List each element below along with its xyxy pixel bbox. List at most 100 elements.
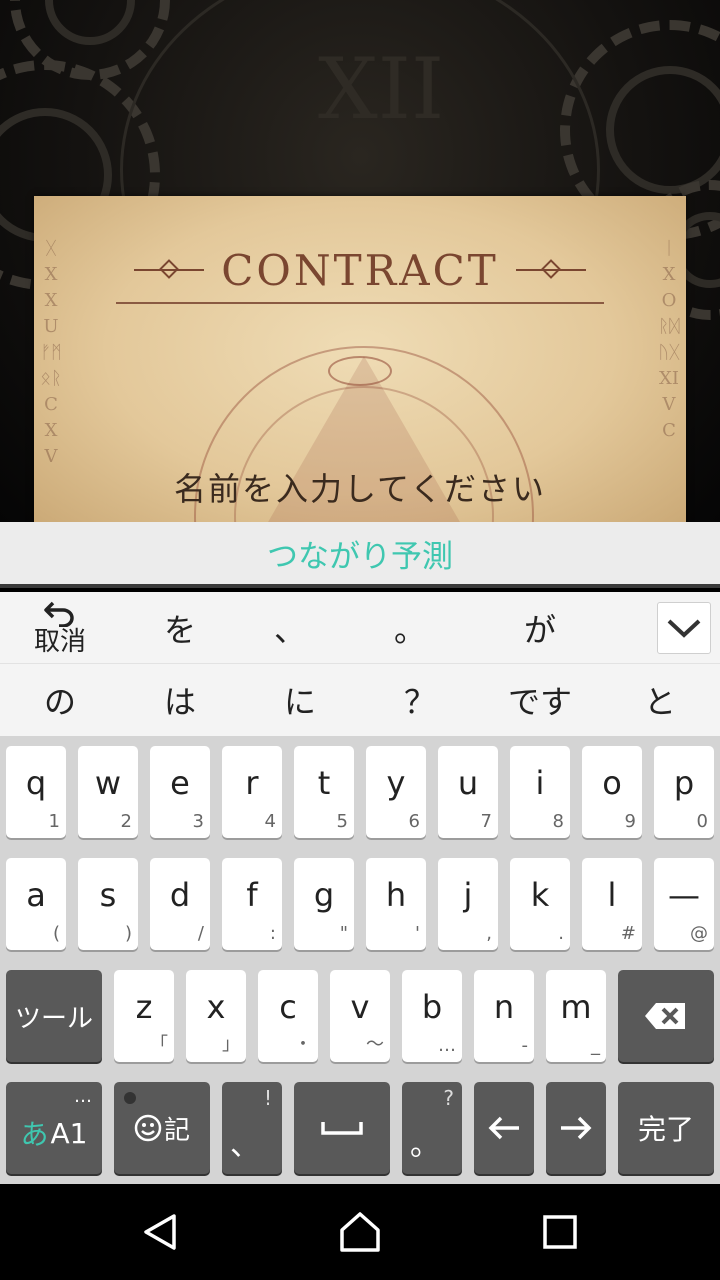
key-h[interactable]: h ' — [366, 858, 426, 950]
key-d[interactable]: d / — [150, 858, 210, 950]
key-label: a — [26, 876, 46, 914]
key-sublabel: 3 — [192, 811, 204, 832]
key-label: i — [535, 764, 545, 802]
undo-button[interactable]: 取消 — [0, 592, 120, 664]
candidate-row-2: の は に ？ です と — [0, 664, 720, 736]
key-k[interactable]: k. — [510, 858, 570, 950]
key-g[interactable]: g " — [294, 858, 354, 950]
period-key-sub: ? — [443, 1086, 454, 1110]
key-o[interactable]: o9 — [582, 746, 642, 838]
key-t[interactable]: t5 — [294, 746, 354, 838]
input-mode-key[interactable]: … あ A1 — [6, 1082, 102, 1174]
candidate-item[interactable]: を — [120, 592, 240, 664]
eye-symbol — [328, 356, 392, 386]
system-navigation-bar — [0, 1184, 720, 1280]
title-underline — [116, 302, 604, 304]
key-n[interactable]: n- — [474, 970, 534, 1062]
emoji-symbol-key[interactable]: 記 — [114, 1082, 210, 1174]
key-r[interactable]: r4 — [222, 746, 282, 838]
key-q[interactable]: q1 — [6, 746, 66, 838]
key-v[interactable]: v 〜 — [330, 970, 390, 1062]
collapse-candidates-button[interactable] — [657, 602, 711, 654]
cursor-right-key[interactable] — [546, 1082, 606, 1174]
key-label: x — [206, 988, 226, 1026]
candidate-item[interactable]: です — [480, 664, 600, 736]
key-label: l — [607, 876, 617, 914]
key-e[interactable]: e3 — [150, 746, 210, 838]
key-j[interactable]: j, — [438, 858, 498, 950]
key-f[interactable]: f: — [222, 858, 282, 950]
candidate-row-1: 取消 を 、 。 が — [0, 592, 720, 664]
key-s[interactable]: s) — [78, 858, 138, 950]
key-sublabel: - — [521, 1035, 529, 1056]
key-b[interactable]: b… — [402, 970, 462, 1062]
key-sublabel: 9 — [624, 811, 636, 832]
key-indicator-dot — [124, 1092, 136, 1104]
tool-key[interactable]: ツール — [6, 970, 102, 1062]
comma-key-main: 、 — [230, 1128, 260, 1163]
arrow-right-icon — [561, 1116, 592, 1140]
key-sublabel: @ — [690, 923, 708, 944]
key-z[interactable]: z 「 — [114, 970, 174, 1062]
done-key[interactable]: 完了 — [618, 1082, 714, 1174]
key-c[interactable]: c ・ — [258, 970, 318, 1062]
candidate-item[interactable]: が — [480, 592, 600, 664]
key-sublabel: 8 — [552, 811, 564, 832]
nav-back-button[interactable] — [100, 1184, 220, 1280]
key-i[interactable]: i8 — [510, 746, 570, 838]
home-icon — [340, 1212, 380, 1252]
space-key[interactable] — [294, 1082, 390, 1174]
key-m[interactable]: m _ — [546, 970, 606, 1062]
key-u[interactable]: u7 — [438, 746, 498, 838]
key-label: s — [99, 876, 117, 914]
contract-title: CONTRACT — [221, 246, 499, 295]
key-label: p — [673, 764, 695, 802]
period-key-main: 。 — [410, 1128, 440, 1163]
key-sublabel: 5 — [336, 811, 348, 832]
candidate-item[interactable]: は — [120, 664, 240, 736]
key-y[interactable]: y6 — [366, 746, 426, 838]
key-label: g — [313, 876, 335, 914]
key-l[interactable]: l # — [582, 858, 642, 950]
key-label: o — [602, 764, 622, 802]
comma-key[interactable]: 、 ! — [222, 1082, 282, 1174]
key-sublabel: … — [438, 1035, 456, 1056]
key-p[interactable]: p0 — [654, 746, 714, 838]
key-label: r — [245, 764, 259, 802]
key-sublabel: / — [197, 923, 204, 944]
nav-home-button[interactable] — [300, 1184, 420, 1280]
key-sublabel: ' — [415, 923, 420, 944]
key-label: m — [560, 988, 592, 1026]
mode-dots: … — [74, 1086, 92, 1107]
key-sublabel: 〜 — [366, 1034, 384, 1055]
candidate-area: 取消 を 、 。 が の は に ？ です と — [0, 592, 720, 736]
period-key[interactable]: 。 ? — [402, 1082, 462, 1174]
undo-label: 取消 — [33, 627, 86, 657]
nav-recents-button[interactable] — [500, 1184, 620, 1280]
clock-numeral: XII — [318, 40, 445, 138]
name-input-prompt: 名前を入力してください — [173, 470, 547, 508]
candidate-item[interactable]: に — [240, 664, 360, 736]
key-w[interactable]: w2 — [78, 746, 138, 838]
candidate-item[interactable]: 、 — [230, 592, 350, 664]
candidate-item[interactable]: ？ — [360, 664, 480, 736]
emoji-key-label: 記 — [163, 1115, 190, 1146]
key-label: — — [668, 876, 700, 914]
candidate-item[interactable]: の — [0, 664, 120, 736]
candidate-item[interactable]: 。 — [350, 592, 470, 664]
key-sublabel: 6 — [408, 811, 420, 832]
key-sublabel: 4 — [264, 811, 276, 832]
key-label: q — [25, 764, 47, 802]
key-sublabel: 「 — [150, 1034, 168, 1055]
candidate-item[interactable]: と — [600, 664, 720, 736]
key-sublabel: 0 — [696, 811, 708, 832]
key-a[interactable]: a( — [6, 858, 66, 950]
prediction-bar[interactable]: つながり予測 — [0, 522, 720, 588]
key-dash[interactable]: — @ — [654, 858, 714, 950]
key-x[interactable]: x」 — [186, 970, 246, 1062]
backspace-key[interactable] — [618, 970, 714, 1062]
key-label: t — [317, 764, 331, 802]
key-label: z — [135, 988, 153, 1026]
cursor-left-key[interactable] — [474, 1082, 534, 1174]
key-sublabel: : — [269, 923, 276, 944]
